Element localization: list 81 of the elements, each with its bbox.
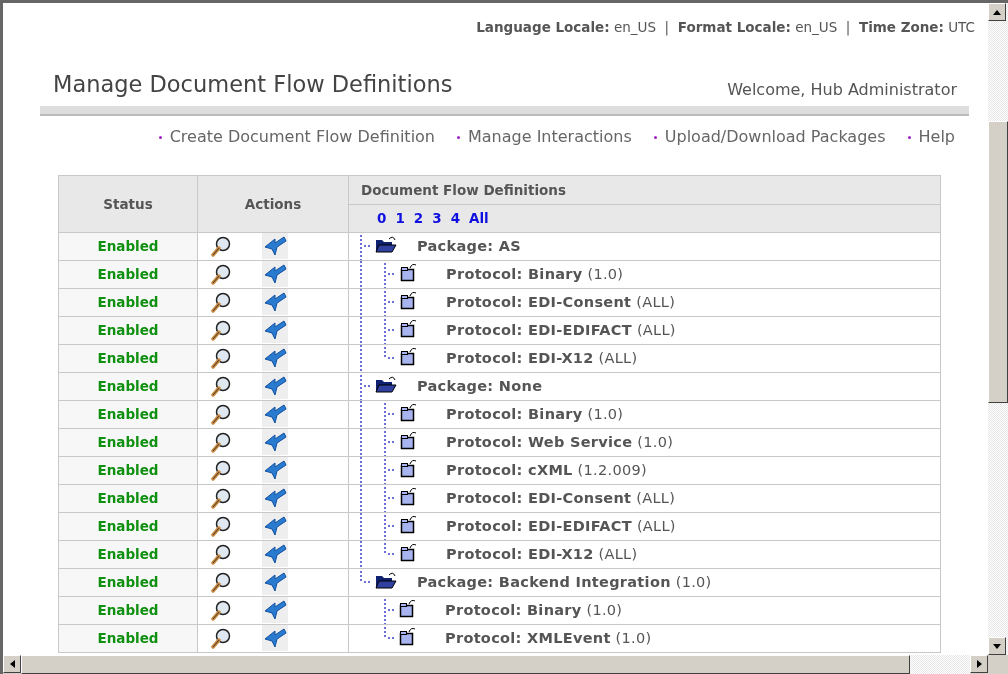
definition-text: Protocol: Web Service (1.0) [446, 432, 674, 452]
down-arrow-icon [993, 643, 1001, 649]
definition-text: Protocol: Binary (1.0) [446, 264, 624, 284]
page-link[interactable]: 4 [450, 210, 461, 227]
search-icon[interactable] [210, 263, 232, 285]
status-text: Enabled [58, 316, 198, 345]
page-link[interactable]: 3 [432, 210, 442, 227]
search-icon[interactable] [210, 459, 232, 481]
nav-link[interactable]: Manage Interactions [457, 125, 632, 149]
definition-text: Protocol: EDI-X12 (ALL) [446, 348, 638, 368]
definition-text: Package: Backend Integration (1.0) [417, 572, 712, 592]
search-icon[interactable] [210, 543, 232, 565]
search-icon[interactable] [210, 487, 232, 509]
status-text: Enabled [58, 400, 198, 429]
search-icon[interactable] [210, 403, 232, 425]
page-title: Manage Document Flow Definitions [53, 70, 453, 100]
definition-text: Protocol: EDI-Consent (ALL) [446, 488, 676, 508]
status-text: Enabled [58, 484, 198, 513]
definition-text: Protocol: cXML (1.2.009) [446, 460, 647, 480]
status-text: Enabled [58, 568, 198, 597]
tree-lines [360, 456, 396, 484]
search-icon[interactable] [210, 347, 232, 369]
scroll-right-button[interactable] [970, 655, 988, 673]
search-icon[interactable] [210, 515, 232, 537]
search-icon[interactable] [210, 375, 232, 397]
bullet-icon [907, 135, 911, 139]
search-icon[interactable] [210, 627, 232, 649]
status-text: Enabled [58, 596, 198, 625]
bullet-icon [457, 135, 460, 139]
definition-text: Package: AS [417, 236, 522, 256]
definition-text: Protocol: EDI-EDIFACT (ALL) [446, 320, 676, 340]
bullet-icon [158, 135, 162, 139]
definition-text: Protocol: EDI-X12 (ALL) [446, 544, 638, 564]
page-link[interactable]: 0 [377, 210, 387, 227]
scroll-down-button[interactable] [988, 637, 1006, 655]
bullet-icon [653, 135, 657, 139]
welcome-text: Welcome, Hub Administrator [727, 79, 957, 101]
page-link[interactable]: All [469, 210, 489, 227]
tree-lines [360, 316, 396, 344]
tree-lines [360, 512, 396, 540]
search-icon[interactable] [210, 235, 232, 257]
status-text: Enabled [58, 456, 198, 485]
column-header: Actions [197, 175, 349, 233]
definition-text: Protocol: Binary (1.0) [446, 404, 624, 424]
definition-text: Package: None [417, 376, 543, 396]
status-text: Enabled [58, 232, 198, 261]
page-link[interactable]: 1 [395, 210, 405, 227]
definition-text: Protocol: XMLEvent (1.0) [445, 628, 652, 648]
search-icon[interactable] [210, 599, 232, 621]
up-arrow-icon [993, 9, 1001, 15]
scroll-up-button[interactable] [988, 3, 1006, 21]
status-text: Enabled [58, 344, 198, 373]
tree-lines [360, 288, 396, 316]
search-icon[interactable] [210, 319, 232, 341]
search-icon[interactable] [210, 291, 232, 313]
tree-lines [360, 428, 396, 456]
nav-link[interactable]: Upload/Download Packages [653, 125, 886, 149]
column-header: Document Flow Definitions [348, 175, 941, 205]
search-icon[interactable] [210, 431, 232, 453]
definition-text: Protocol: EDI-Consent (ALL) [446, 292, 676, 312]
definition-text: Protocol: Binary (1.0) [445, 600, 623, 620]
left-arrow-icon [9, 660, 15, 668]
tree-lines [360, 484, 396, 512]
nav-link[interactable]: Create Document Flow Definition [158, 125, 435, 149]
status-text: Enabled [58, 288, 198, 317]
right-arrow-icon [976, 660, 982, 668]
status-text: Enabled [58, 512, 198, 541]
status-text: Enabled [58, 540, 198, 569]
search-icon[interactable] [210, 571, 232, 593]
scrollbar-thumb[interactable] [21, 655, 910, 674]
column-header: Status [58, 175, 198, 233]
scrollbar-thumb[interactable] [988, 121, 1008, 403]
locale-info: Language Locale: en_US | Format Locale: en_US | Time Zone: UTC [475, 18, 975, 38]
scroll-left-button[interactable] [3, 655, 21, 673]
status-text: Enabled [58, 428, 198, 457]
status-text: Enabled [58, 260, 198, 289]
status-text: Enabled [58, 624, 198, 653]
definition-text: Protocol: EDI-EDIFACT (ALL) [446, 516, 676, 536]
status-text: Enabled [58, 372, 198, 401]
page-link[interactable]: 2 [413, 210, 424, 227]
nav-link[interactable]: Help [907, 125, 955, 149]
